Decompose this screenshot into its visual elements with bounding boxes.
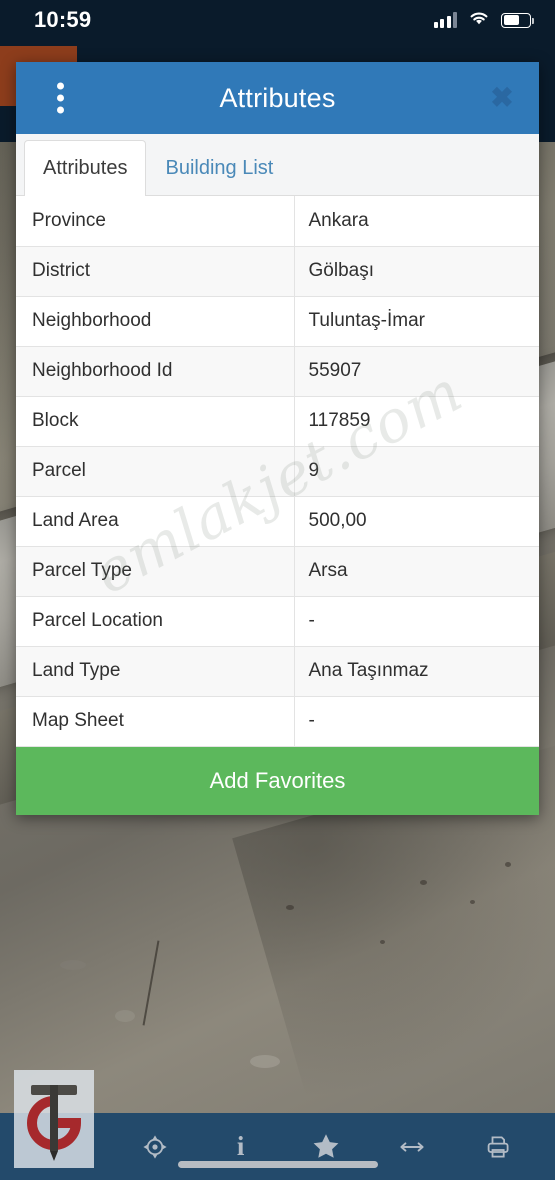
print-icon[interactable] (476, 1125, 520, 1169)
attribute-value: - (294, 696, 539, 747)
attribute-value: 9 (294, 446, 539, 497)
attribute-value: Gölbaşı (294, 246, 539, 297)
table-row: Land Type Ana Taşınmaz (16, 646, 539, 697)
measure-distance-icon[interactable] (390, 1125, 434, 1169)
attribute-value: Arsa (294, 546, 539, 597)
attribute-value: 117859 (294, 396, 539, 447)
add-favorites-button[interactable]: Add Favorites (16, 746, 539, 815)
table-row: Neighborhood Tuluntaş-İmar (16, 296, 539, 347)
attribute-value: Tuluntaş-İmar (294, 296, 539, 347)
attribute-value: Ana Taşınmaz (294, 646, 539, 697)
battery-icon (501, 12, 534, 28)
dialog-tab-bar: Attributes Building List (16, 134, 539, 196)
close-icon[interactable]: ✖ (489, 84, 515, 112)
attribute-value: 55907 (294, 346, 539, 397)
kebab-menu-icon[interactable] (57, 82, 64, 114)
attribute-key: Block (16, 396, 295, 447)
attribute-key: Parcel (16, 446, 295, 497)
attributes-table-wrap: Province Ankara District Gölbaşı Neighbo… (16, 196, 539, 747)
attribute-key: Parcel Type (16, 546, 295, 597)
attributes-dialog: Attributes ✖ Attributes Building List Pr… (16, 62, 539, 815)
attribute-key: District (16, 246, 295, 297)
attribute-value: 500,00 (294, 496, 539, 547)
table-row: Map Sheet - (16, 696, 539, 747)
table-row: Parcel Location - (16, 596, 539, 647)
terrain-speckle (505, 862, 511, 867)
terrain-speckle (60, 960, 86, 970)
terrain-speckle (115, 1010, 135, 1022)
table-row: District Gölbaşı (16, 246, 539, 297)
table-row: Parcel 9 (16, 446, 539, 497)
terrain-speckle (286, 905, 294, 910)
home-indicator[interactable] (177, 1161, 378, 1168)
tab-attributes[interactable]: Attributes (24, 140, 147, 196)
table-row: Land Area 500,00 (16, 496, 539, 547)
attribute-value: Ankara (294, 196, 539, 247)
attribute-key: Land Type (16, 646, 295, 697)
terrain-speckle (420, 880, 427, 885)
terrain-speckle (380, 940, 385, 944)
locate-crosshair-icon[interactable] (133, 1125, 177, 1169)
table-row: Neighborhood Id 55907 (16, 346, 539, 397)
terrain-speckle (470, 900, 475, 904)
attribute-key: Parcel Location (16, 596, 295, 647)
terrain-speckle (250, 1055, 280, 1068)
attribute-key: Land Area (16, 496, 295, 547)
tab-building-list[interactable]: Building List (146, 140, 292, 195)
status-bar-indicators (433, 10, 534, 31)
status-bar-time: 10:59 (34, 7, 92, 32)
attribute-key: Map Sheet (16, 696, 295, 747)
screen-root: 10:59 Attributes ✖ Attributes Building L… (0, 0, 555, 1180)
table-row: Block 117859 (16, 396, 539, 447)
attribute-key: Province (16, 196, 295, 247)
attribute-key: Neighborhood Id (16, 346, 295, 397)
attributes-table: Province Ankara District Gölbaşı Neighbo… (16, 196, 539, 747)
dialog-title: Attributes (219, 82, 336, 113)
wifi-icon (468, 10, 490, 31)
table-row: Parcel Type Arsa (16, 546, 539, 597)
signal-bars-icon (433, 12, 457, 28)
attribute-key: Neighborhood (16, 296, 295, 347)
attribute-value: - (294, 596, 539, 647)
status-bar: 10:59 (0, 0, 555, 40)
utility-pole (142, 940, 160, 1026)
table-row: Province Ankara (16, 196, 539, 247)
tg-monogram-logo (14, 1070, 94, 1168)
dialog-header: Attributes ✖ (16, 62, 539, 134)
